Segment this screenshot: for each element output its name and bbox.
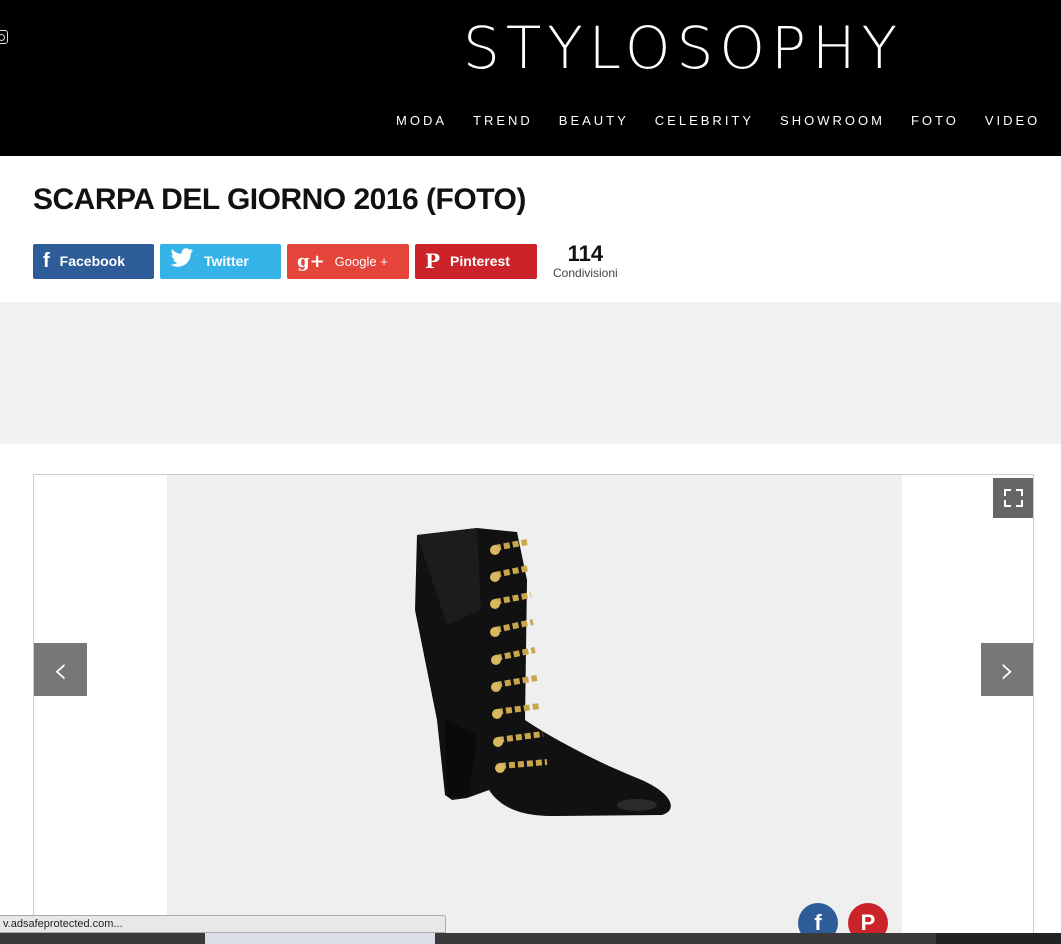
pinterest-share-button[interactable]: P Pinterest — [415, 243, 537, 279]
fullscreen-button[interactable] — [993, 478, 1033, 518]
bottom-ad-strip[interactable] — [0, 933, 1061, 944]
gallery-prev-button[interactable]: ‹ — [34, 643, 87, 696]
nav-item-foto[interactable]: FOTO — [911, 113, 959, 128]
google-plus-icon: g+ — [297, 250, 325, 272]
nav-item-video[interactable]: VIDEO — [985, 113, 1040, 128]
twitter-share-button[interactable]: Twitter — [160, 243, 281, 279]
twitter-bird-icon — [170, 248, 194, 274]
pinterest-share-label: Pinterest — [450, 253, 510, 269]
pinterest-icon: P — [425, 249, 441, 273]
site-header: STYLOSOPHY MODA TREND BEAUTY CELEBRITY S… — [0, 0, 1061, 156]
google-plus-share-label: Google + — [334, 253, 388, 269]
article-title: SCARPA DEL GIORNO 2016 (FOTO) — [33, 183, 526, 216]
photo-gallery: ‹ › f P — [33, 474, 1034, 944]
site-logo[interactable]: STYLOSOPHY — [463, 14, 903, 82]
gallery-photo[interactable] — [167, 475, 1033, 943]
facebook-share-label: Facebook — [59, 253, 126, 269]
facebook-icon: f — [43, 249, 50, 272]
nav-item-moda[interactable]: MODA — [396, 113, 447, 128]
facebook-share-button[interactable]: f Facebook — [33, 243, 154, 279]
nav-item-trend[interactable]: TREND — [473, 113, 533, 128]
nav-item-beauty[interactable]: BEAUTY — [559, 113, 629, 128]
share-bar: f Facebook Twitter g+ Google + P Pintere… — [33, 243, 618, 279]
nav-item-showroom[interactable]: SHOWROOM — [780, 113, 885, 128]
ad-banner-area — [0, 302, 1061, 444]
instagram-icon[interactable] — [0, 30, 8, 44]
share-count-number: 114 — [567, 241, 604, 266]
main-nav: MODA TREND BEAUTY CELEBRITY SHOWROOM FOT… — [396, 113, 1061, 128]
ankle-boot-image — [415, 528, 671, 817]
browser-status-bar: v.adsafeprotected.com... — [0, 915, 446, 933]
nav-item-celebrity[interactable]: CELEBRITY — [655, 113, 754, 128]
twitter-share-label: Twitter — [204, 253, 249, 269]
google-plus-share-button[interactable]: g+ Google + — [287, 243, 409, 279]
share-count: 114 Condivisioni — [553, 241, 618, 280]
gallery-next-button[interactable]: › — [981, 643, 1033, 696]
share-count-label: Condivisioni — [553, 266, 618, 280]
